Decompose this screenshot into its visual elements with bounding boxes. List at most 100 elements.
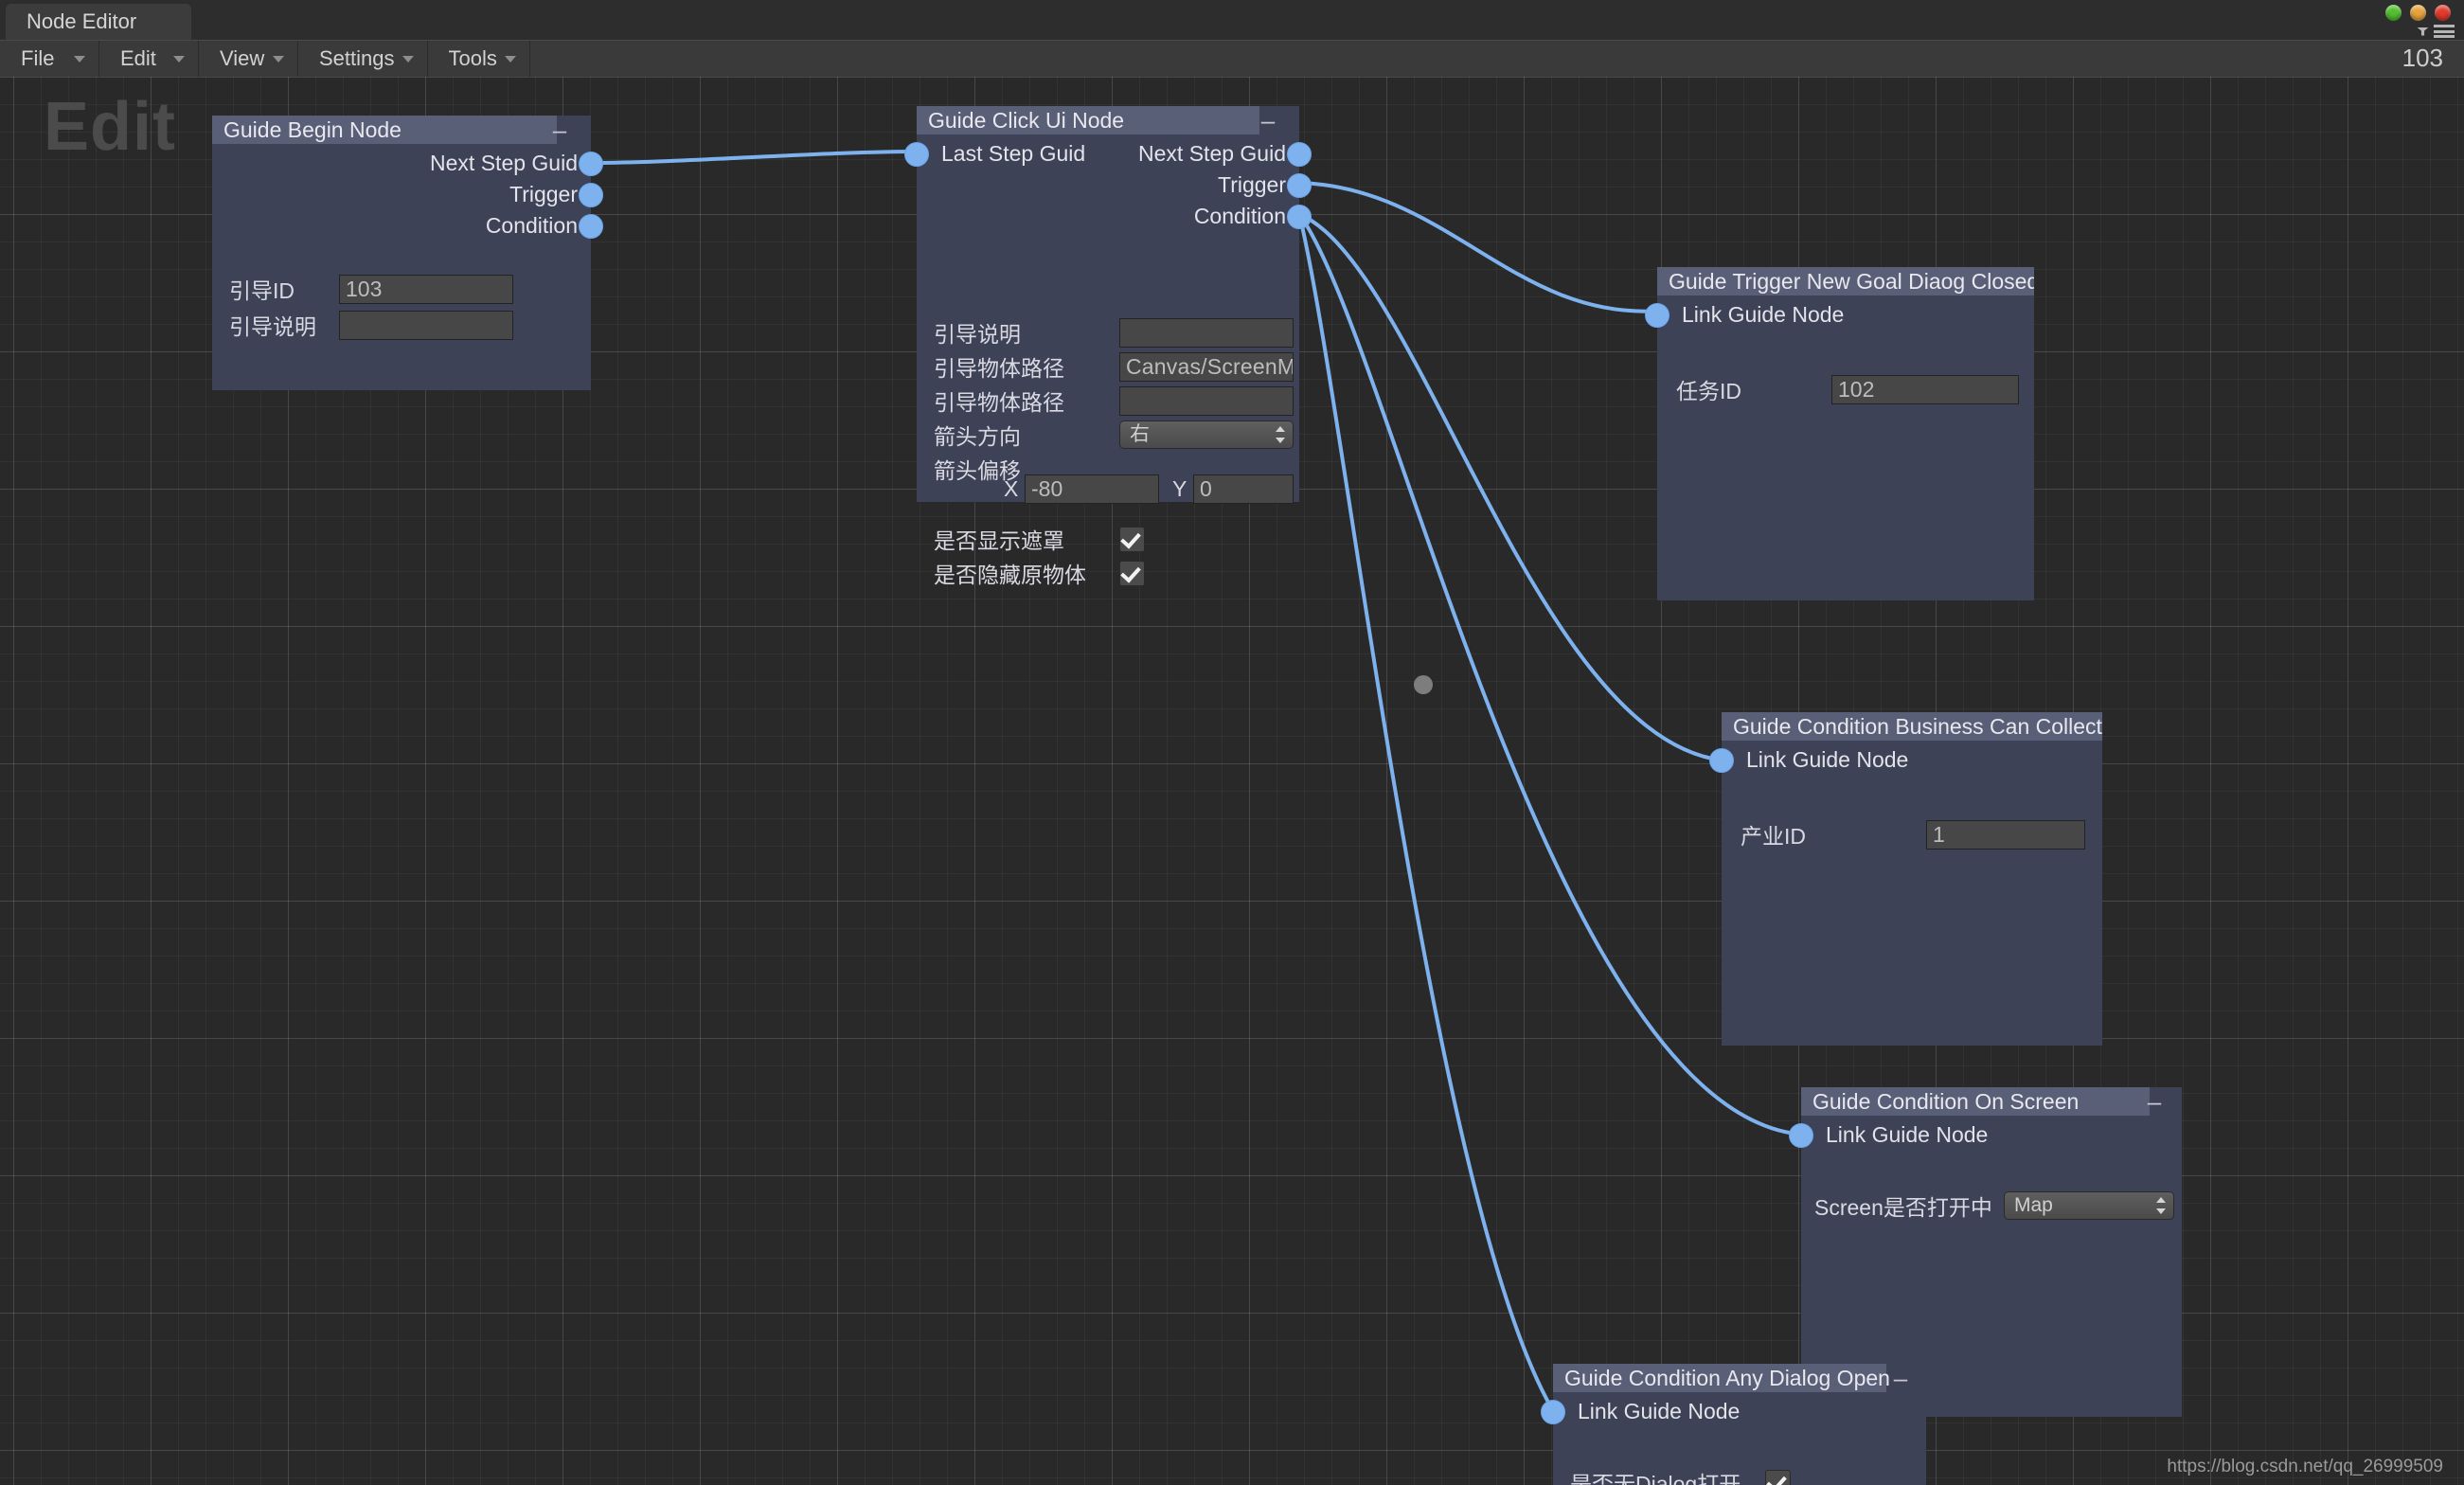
node-minimize-button[interactable]: – [1886,1364,1915,1392]
port-dot-next-step-guid[interactable] [1287,141,1312,167]
node-guide-begin-node[interactable]: Guide Begin Node – Next Step Guid Trigge… [212,116,603,390]
node-title-bar[interactable]: Guide Trigger New Goal Diaog Closed [1657,267,2034,295]
menu-settings[interactable]: Settings [298,41,428,77]
menu-file[interactable]: File [0,41,99,77]
port-label: Next Step Guid [430,151,578,175]
field-row-arrow-direction: 箭头方向 右 [934,419,1294,451]
menu-edit[interactable]: Edit [99,41,199,77]
source-url-watermark: https://blog.csdn.net/qq_26999509 [2167,1457,2443,1476]
menu-tools[interactable]: Tools [428,41,530,77]
maximize-button[interactable] [2410,5,2426,21]
port-row-next-step-guid[interactable]: Next Step Guid [212,148,603,179]
field-label-guide-desc: 引导说明 [934,322,1021,347]
node-title-text: Guide Condition Business Can Collect [1733,714,2102,739]
node-title-bar[interactable]: Guide Condition Any Dialog Open [1553,1364,1890,1392]
field-row-no-dialog-open: 是否无Dialog打开 [1570,1466,1911,1485]
port-row-trigger[interactable]: Trigger [917,170,1312,201]
chevron-down-icon [273,56,284,63]
input-guide-id[interactable]: 103 [339,274,513,304]
port-row-condition[interactable]: Condition [917,201,1312,232]
port-dot-next-step-guid[interactable] [579,151,603,176]
input-task-id[interactable]: 102 [1831,374,2019,404]
field-label-show-mask: 是否显示遮罩 [934,528,1064,553]
field-label-guide-object-path-1: 引导物体路径 [934,356,1064,381]
dropdown-screen-open-value: Map [2014,1194,2053,1216]
port-row-trigger[interactable]: Trigger [212,179,603,210]
node-minimize-button[interactable]: – [545,116,574,144]
input-guide-object-path-2[interactable] [1119,385,1294,416]
field-row-show-mask: 是否显示遮罩 [934,523,1282,555]
node-minimize-button[interactable]: – [1254,106,1282,134]
port-row-link-guide-node[interactable]: Link Guide Node [1645,299,2034,331]
node-graph-canvas[interactable]: Edit Guide Begin Node – Next Step Guid T… [0,76,2464,1485]
field-label-screen-open: Screen是否打开中 [1814,1195,1992,1220]
port-dot-link-guide-node[interactable] [1709,747,1734,773]
minimize-button[interactable] [2385,5,2402,21]
node-title-bar[interactable]: Guide Condition Business Can Collect [1722,712,2102,741]
field-row-task-id: 任务ID 102 [1676,373,2019,405]
title-bar: Node Editor [0,0,2464,40]
node-title-bar[interactable]: Guide Click Ui Node [917,106,1259,134]
checkbox-no-dialog-open[interactable] [1765,1469,1791,1485]
port-row-link-guide-node[interactable]: Link Guide Node [1541,1396,1926,1427]
filter-icon[interactable] [2417,27,2429,36]
field-label-offset-x: X [1004,475,1019,501]
dropdown-screen-open[interactable]: Map [2004,1191,2174,1220]
node-guide-trigger-new-goal-diaog-closed[interactable]: Guide Trigger New Goal Diaog Closed Link… [1645,267,2034,600]
input-industry-id[interactable]: 1 [1926,819,2085,850]
window-tab[interactable]: Node Editor [6,4,191,40]
window-extra-controls [2417,25,2455,38]
chevron-down-icon [173,56,185,63]
field-label-guide-id: 引导ID [229,278,295,303]
port-dot-condition[interactable] [579,213,603,239]
port-dot-link-guide-node[interactable] [1541,1399,1565,1424]
input-offset-y[interactable]: 0 [1193,474,1294,504]
wire-condition-to-anydialog [1297,213,1553,1408]
close-button[interactable] [2435,5,2451,21]
field-label-task-id: 任务ID [1676,379,1741,403]
node-minimize-button[interactable]: – [2140,1087,2169,1116]
port-dot-link-guide-node[interactable] [1789,1122,1813,1148]
port-label: Trigger [509,182,578,206]
port-label: Condition [485,213,578,238]
port-row-link-guide-node[interactable]: Link Guide Node [1789,1119,2182,1151]
field-row-screen-open: Screen是否打开中 Map [1814,1190,2174,1222]
input-guide-desc[interactable] [1119,317,1294,348]
port-label: Condition [1193,204,1286,228]
port-row-condition[interactable]: Condition [212,210,603,242]
field-row-guide-desc: 引导说明 [934,316,1294,349]
checkbox-hide-origin[interactable] [1119,560,1145,586]
input-guide-object-path-1[interactable]: Canvas/ScreenMain [1119,351,1294,382]
node-input-ports: Link Guide Node [1645,299,2034,331]
checkbox-show-mask[interactable] [1119,526,1145,552]
node-ports: Last Step Guid Next Step Guid Trigger Co… [904,138,1312,232]
menu-view[interactable]: View [199,41,298,77]
dropdown-arrow-direction[interactable]: 右 [1119,420,1294,449]
node-title-bar[interactable]: Guide Begin Node [212,116,557,144]
menu-settings-label: Settings [319,46,395,70]
field-label-guide-desc: 引导说明 [229,314,316,339]
field-row-guide-object-path-1: 引导物体路径 Canvas/ScreenMain [934,350,1294,383]
port-row-next-step-guid[interactable]: Next Step Guid [917,138,1312,170]
input-guide-desc[interactable] [339,310,513,340]
port-row-link-guide-node[interactable]: Link Guide Node [1709,744,2102,776]
node-guide-click-ui-node[interactable]: Guide Click Ui Node – Last Step Guid Nex… [904,106,1312,587]
node-title-text: Guide Begin Node [223,117,402,142]
node-title-bar[interactable]: Guide Condition On Screen [1801,1087,2150,1116]
node-title-text: Guide Condition Any Dialog Open [1564,1366,1890,1390]
wire-trigger-to-newgoal [1298,181,1663,313]
port-dot-trigger[interactable] [1287,172,1312,198]
port-label: Trigger [1218,172,1286,197]
field-row-guide-object-path-2: 引导物体路径 [934,385,1294,417]
node-input-ports: Link Guide Node [1541,1396,1926,1427]
hamburger-icon[interactable] [2434,25,2455,38]
port-dot-trigger[interactable] [579,182,603,207]
menu-file-label: File [21,46,55,70]
port-dot-condition[interactable] [1287,204,1312,229]
node-guide-condition-any-dialog-open[interactable]: Guide Condition Any Dialog Open – Link G… [1541,1364,1926,1485]
input-offset-x[interactable]: -80 [1025,474,1159,504]
port-dot-link-guide-node[interactable] [1645,302,1669,328]
node-guide-condition-business-can-collect[interactable]: Guide Condition Business Can Collect Lin… [1709,712,2102,1046]
port-label: Next Step Guid [1138,141,1286,166]
field-label-guide-object-path-2: 引导物体路径 [934,390,1064,415]
